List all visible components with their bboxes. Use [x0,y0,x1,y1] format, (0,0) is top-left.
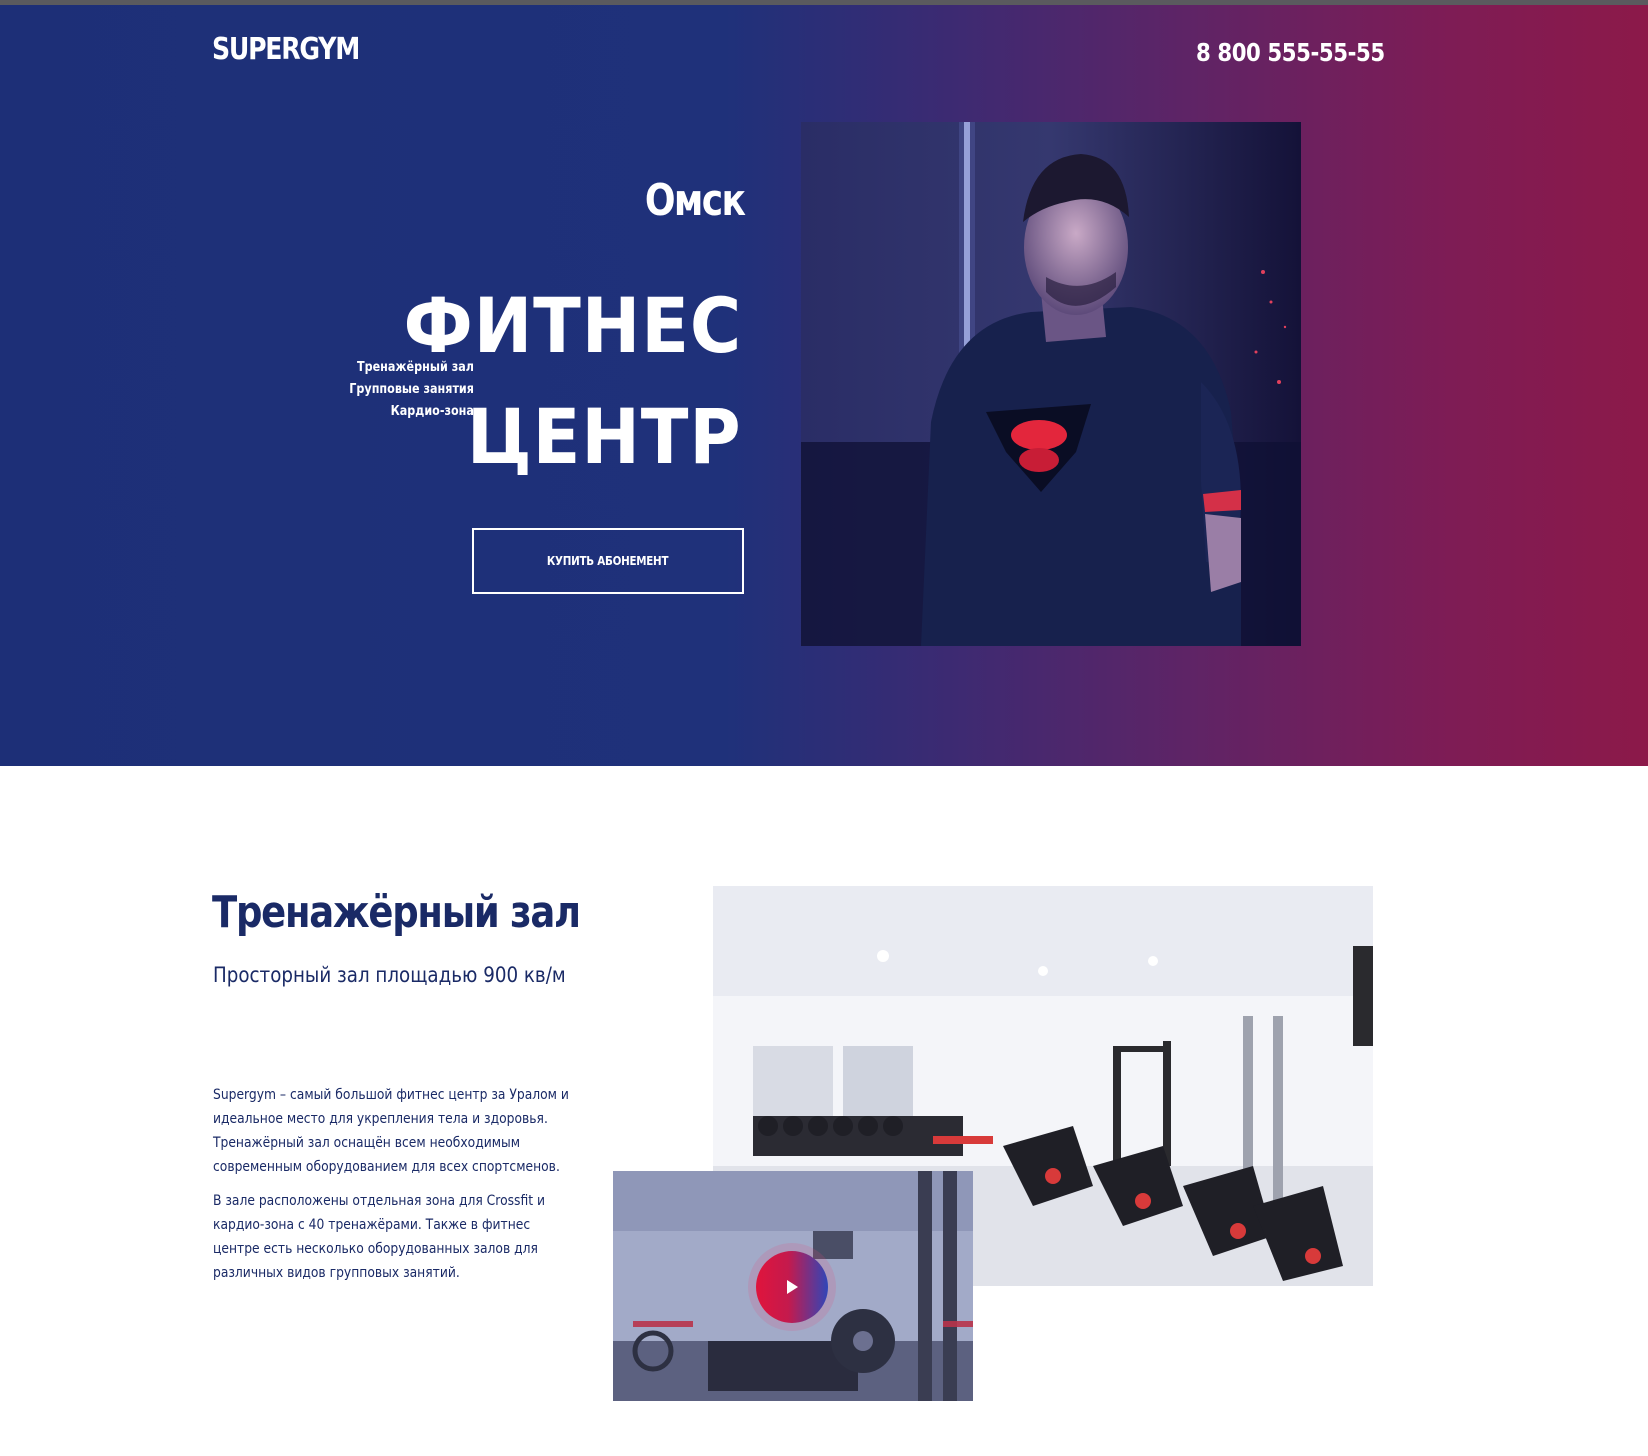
trainer-illustration [801,122,1301,646]
play-icon [787,1280,798,1294]
hero-headline-line2: ЦЕНТР [467,392,742,481]
gym-description-paragraph1: Supergym – самый большой фитнес центр за… [213,1087,569,1175]
hero-trainer-photo [801,122,1301,646]
buy-membership-button[interactable]: КУПИТЬ АБОНЕМЕНТ [472,528,744,594]
gym-description-paragraph2: В зале расположены отдельная зона для Cr… [213,1193,546,1281]
feature-item: Кардио-зона [390,404,474,419]
gym-section-title: Тренажёрный зал [212,887,581,938]
features-list: Тренажёрный зал Групповые занятия Кардио… [349,357,474,423]
hero-headline-line1: ФИТНЕС [403,281,742,370]
feature-item: Тренажёрный зал [357,360,474,375]
gym-section-subtitle: Просторный зал площадью 900 кв/м [213,963,566,987]
feature-item: Групповые занятия [349,382,474,397]
hero-section: SUPERGYM 8 800 555-55-55 Омск ФИТНЕС ЦЕН… [0,5,1648,766]
logo[interactable]: SUPERGYM [212,32,360,67]
city-label: Омск [644,175,746,226]
video-thumbnail[interactable] [613,1171,973,1401]
phone-number-link[interactable]: 8 800 555-55-55 [1196,38,1385,67]
play-button[interactable] [756,1251,828,1323]
buy-membership-label: КУПИТЬ АБОНЕМЕНТ [547,554,669,568]
